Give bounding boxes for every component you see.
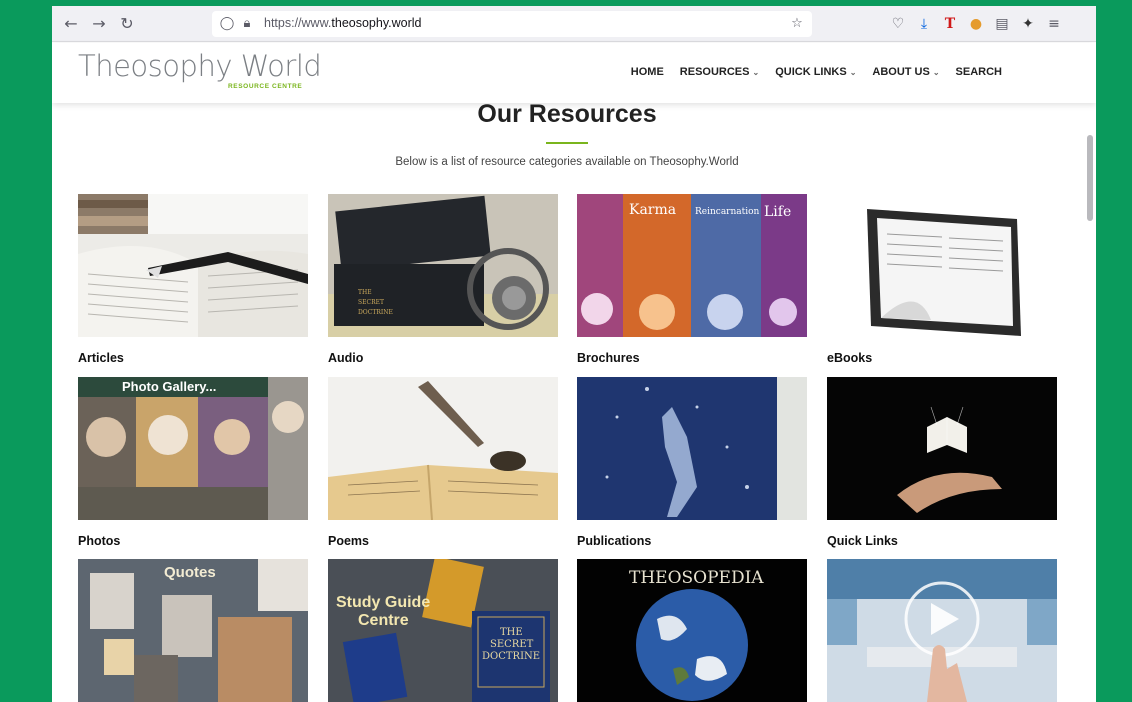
svg-text:SECRET: SECRET: [358, 299, 384, 306]
photo-gallery-text: Photo Gallery...: [122, 379, 216, 394]
scrollbar-thumb[interactable]: [1087, 135, 1093, 221]
videos-thumbnail[interactable]: [827, 559, 1057, 702]
main-menu: HOME RESOURCES ⌄ QUICK LINKS ⌄ ABOUT US ⌄ S…: [631, 66, 1002, 78]
brochure-karma-text: Karma: [629, 202, 676, 218]
url-prefix: https://www.: [264, 16, 332, 30]
resource-card-articles[interactable]: Articles: [78, 194, 308, 365]
pocket-icon[interactable]: ♡: [888, 14, 908, 34]
menu-label: RESOURCES: [679, 66, 750, 78]
publications-thumbnail[interactable]: [577, 377, 807, 520]
menu-label: QUICK LINKS: [775, 66, 847, 78]
menu-item-about-us[interactable]: ABOUT US ⌄: [872, 66, 939, 78]
page-intro: Below is a list of resource categories a…: [395, 156, 739, 168]
menu-label: SEARCH: [955, 66, 1002, 78]
menu-item-quick-links[interactable]: QUICK LINKS ⌄: [775, 66, 856, 78]
photos-thumbnail[interactable]: Photo Gallery...: [78, 377, 308, 520]
resource-label[interactable]: Publications: [577, 534, 807, 548]
resource-card-study-guide[interactable]: Study Guide Centre THE SECRET DOCTRINE: [328, 559, 558, 702]
articles-thumbnail[interactable]: [78, 194, 308, 337]
address-bar[interactable]: ◯ 🔒︎ https://www.theosophy.world ☆: [212, 11, 812, 37]
reader-icon[interactable]: ▤: [992, 14, 1012, 34]
title-underline: [546, 142, 588, 144]
url-text[interactable]: https://www.theosophy.world: [264, 16, 422, 30]
quick-links-thumbnail[interactable]: [827, 377, 1057, 520]
resource-card-audio[interactable]: THE SECRET DOCTRINE Audio: [328, 194, 558, 365]
resource-card-publications[interactable]: Publications: [577, 377, 807, 548]
poems-thumbnail[interactable]: [328, 377, 558, 520]
url-domain: theosophy.world: [331, 16, 422, 30]
browser-window: ← → ↻ ◯ 🔒︎ https://www.theosophy.world ☆…: [52, 6, 1096, 702]
chevron-down-icon: ⌄: [932, 68, 940, 77]
study-guide-text-1: Study Guide: [336, 594, 430, 611]
audio-thumbnail[interactable]: THE SECRET DOCTRINE: [328, 194, 558, 337]
resource-label[interactable]: Poems: [328, 534, 558, 548]
resource-card-quotes[interactable]: Quotes: [78, 559, 308, 702]
secret-doctrine-text-2: SECRET: [490, 639, 534, 650]
resource-label[interactable]: eBooks: [827, 351, 1057, 365]
study-guide-thumbnail[interactable]: Study Guide Centre THE SECRET DOCTRINE: [328, 559, 558, 702]
extension-t-icon[interactable]: T: [940, 14, 960, 34]
site-logo-subtitle: RESOURCE CENTRE: [228, 83, 303, 90]
theosopedia-thumbnail[interactable]: THEOSOPEDIA: [577, 559, 807, 702]
theosopedia-text: THEOSOPEDIA: [629, 568, 764, 588]
page-scrollbar[interactable]: [1084, 103, 1096, 702]
site-logo[interactable]: Theosophy World: [78, 49, 322, 83]
resource-card-ebooks[interactable]: eBooks: [827, 194, 1057, 365]
secret-doctrine-text-1: THE: [500, 627, 523, 638]
resource-card-photos[interactable]: Photo Gallery... Photos: [78, 377, 308, 548]
brochure-reincarnation-text: Reincarnation: [695, 207, 760, 217]
shield-icon[interactable]: ◯: [218, 14, 236, 34]
resource-card-poems[interactable]: Poems: [328, 377, 558, 548]
bookmark-star-icon[interactable]: ☆: [788, 14, 806, 34]
resource-label[interactable]: Audio: [328, 351, 558, 365]
svg-text:THE: THE: [358, 289, 372, 296]
resource-label[interactable]: Brochures: [577, 351, 807, 365]
chevron-down-icon: ⌄: [849, 68, 857, 77]
menu-label: HOME: [630, 66, 664, 78]
reload-icon[interactable]: ↻: [116, 13, 138, 35]
quotes-thumbnail[interactable]: Quotes: [78, 559, 308, 702]
brochures-thumbnail[interactable]: Karma Reincarnation Life: [577, 194, 807, 337]
menu-item-resources[interactable]: RESOURCES ⌄: [680, 66, 759, 78]
resource-label[interactable]: Photos: [78, 534, 308, 548]
chevron-down-icon: ⌄: [752, 68, 760, 77]
back-icon[interactable]: ←: [60, 13, 82, 35]
browser-toolbar: ← → ↻ ◯ 🔒︎ https://www.theosophy.world ☆…: [52, 6, 1096, 42]
cookie-icon[interactable]: ●: [966, 14, 986, 34]
lock-icon[interactable]: 🔒︎: [238, 14, 256, 34]
menu-item-search[interactable]: SEARCH: [956, 66, 1002, 78]
menu-label: ABOUT US: [872, 66, 930, 78]
quotes-text: Quotes: [164, 564, 216, 581]
ebooks-thumbnail[interactable]: [827, 194, 1057, 337]
brochure-life-text: Life: [764, 204, 791, 220]
resource-label[interactable]: Quick Links: [827, 534, 1057, 548]
resource-card-brochures[interactable]: Karma Reincarnation Life Brochures: [577, 194, 807, 365]
site-header: Theosophy World RESOURCE CENTRE HOME RES…: [52, 43, 1096, 103]
study-guide-text-2: Centre: [358, 612, 409, 629]
resource-card-quick-links[interactable]: Quick Links: [827, 377, 1057, 548]
menu-item-home[interactable]: HOME: [631, 66, 664, 78]
download-icon[interactable]: ⤓: [914, 14, 934, 34]
secret-doctrine-text-3: DOCTRINE: [482, 651, 540, 662]
menu-icon[interactable]: ≡: [1044, 14, 1064, 34]
resource-card-videos[interactable]: [827, 559, 1057, 702]
page-title: Our Resources: [477, 100, 657, 128]
resource-card-theosopedia[interactable]: THEOSOPEDIA: [577, 559, 807, 702]
extension-icon[interactable]: ✦: [1018, 14, 1038, 34]
svg-text:DOCTRINE: DOCTRINE: [358, 309, 393, 316]
forward-icon[interactable]: →: [88, 13, 110, 35]
resource-label[interactable]: Articles: [78, 351, 308, 365]
